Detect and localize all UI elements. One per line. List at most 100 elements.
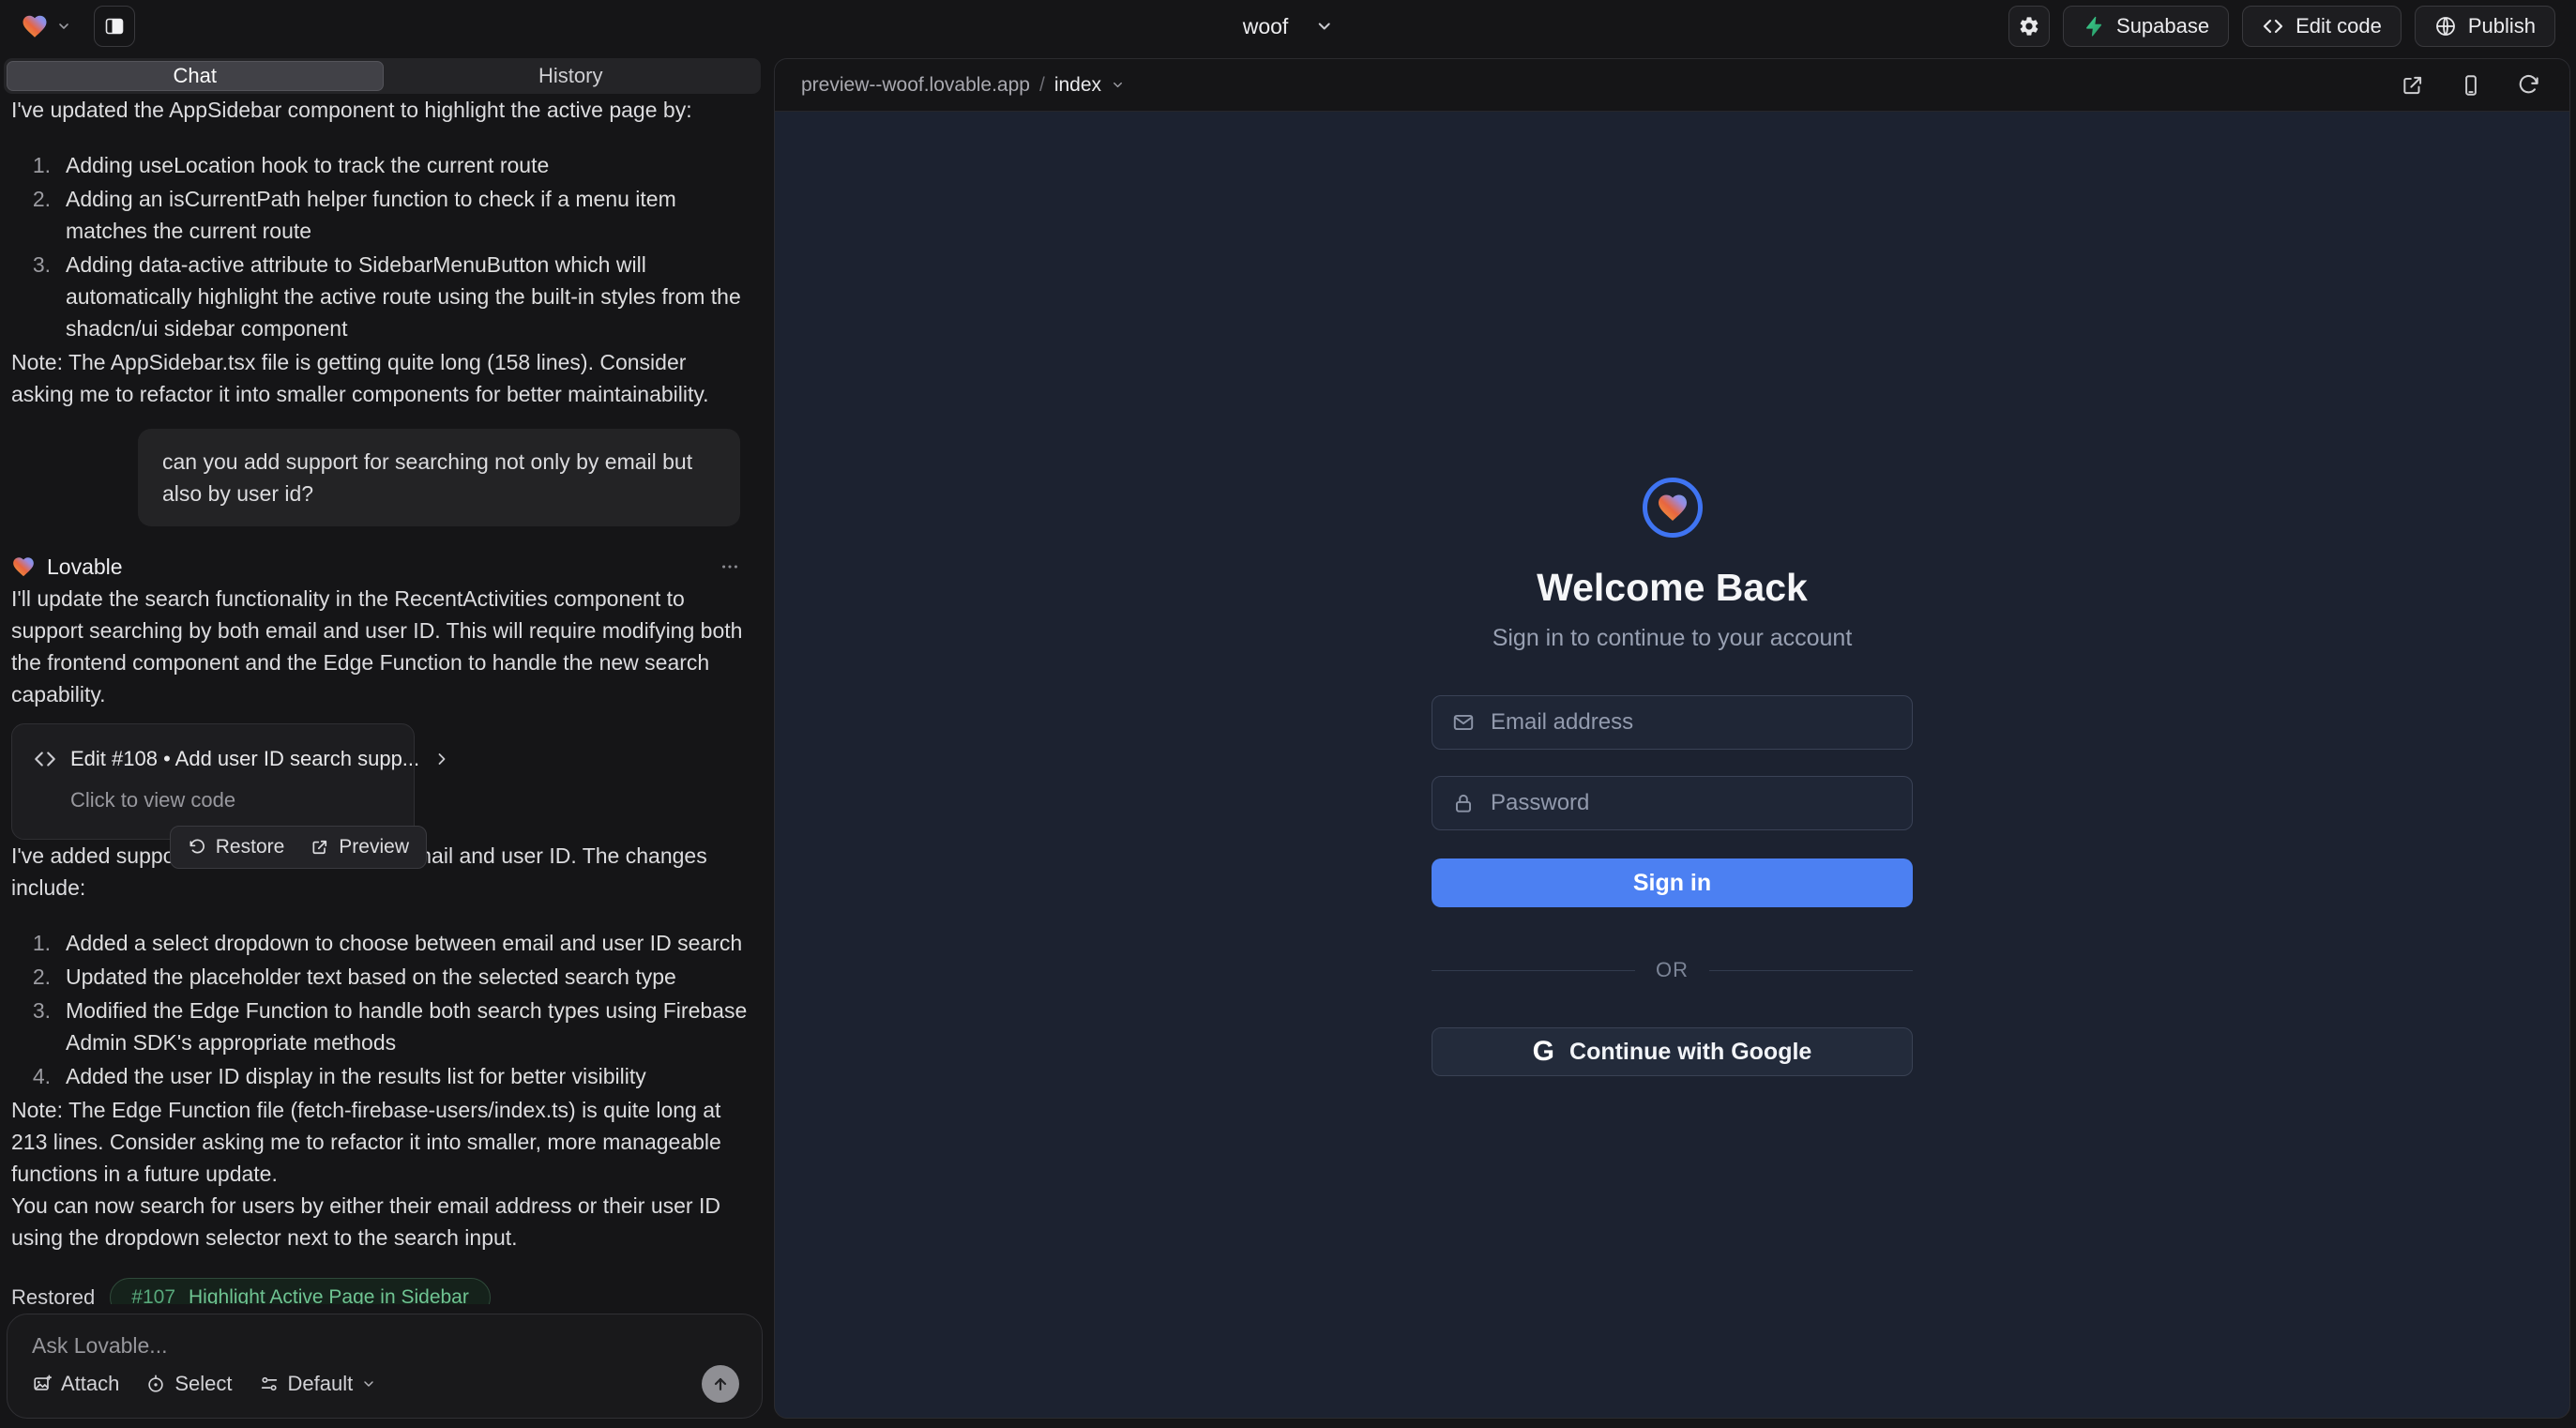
message-options-button[interactable]	[716, 553, 744, 581]
edit-version-card[interactable]: Edit #108 • Add user ID search supp... C…	[11, 723, 415, 840]
project-switcher[interactable]: woof	[1243, 14, 1334, 39]
preview-url-separator: /	[1039, 74, 1045, 97]
email-field-wrapper	[1432, 695, 1913, 750]
heart-icon	[1656, 491, 1690, 524]
google-sign-in-button[interactable]: G Continue with Google	[1432, 1027, 1913, 1076]
arrow-up-icon	[711, 1375, 730, 1393]
chat-tab-bar: Chat History	[4, 58, 761, 94]
lovable-logo-menu[interactable]	[21, 12, 71, 40]
google-g-icon: G	[1533, 1038, 1554, 1066]
list-item-text: Adding an isCurrentPath helper function …	[66, 183, 751, 247]
restore-button[interactable]: Restore	[188, 836, 285, 858]
sliders-icon	[259, 1374, 280, 1394]
target-icon	[145, 1374, 166, 1394]
topbar: woof Supabase Edit code Publish	[0, 0, 2576, 53]
refresh-button[interactable]	[2515, 71, 2543, 99]
code-icon	[33, 747, 57, 771]
select-label: Select	[174, 1372, 232, 1396]
restored-version-badge[interactable]: #107 Highlight Active Page in Sidebar	[110, 1278, 491, 1304]
lock-icon	[1451, 791, 1476, 815]
lovable-heart-icon	[11, 554, 36, 579]
chevron-right-icon	[432, 750, 451, 768]
supabase-label: Supabase	[2116, 14, 2209, 38]
user-message-bubble: can you add support for searching not on…	[138, 429, 740, 526]
assistant-list: Adding useLocation hook to track the cur…	[11, 149, 751, 344]
edit-code-button[interactable]: Edit code	[2242, 6, 2402, 47]
chevron-down-icon	[1314, 17, 1333, 36]
refresh-icon	[2517, 73, 2541, 98]
edit-card-subtitle: Click to view code	[70, 784, 393, 816]
restore-icon	[188, 838, 206, 857]
tab-history[interactable]: History	[384, 61, 759, 91]
sign-in-button[interactable]: Sign in	[1432, 858, 1913, 907]
gear-icon	[2018, 15, 2040, 38]
assistant-closing: You can now search for users by either t…	[11, 1190, 751, 1253]
page-subtitle: Sign in to continue to your account	[1493, 625, 1853, 652]
user-message-text: can you add support for searching not on…	[162, 446, 716, 509]
assistant-message-intro: I've updated the AppSidebar component to…	[11, 94, 751, 126]
edit-code-label: Edit code	[2296, 14, 2382, 38]
send-button[interactable]	[702, 1365, 739, 1403]
lovable-heart-icon	[21, 12, 49, 40]
mobile-view-button[interactable]	[2457, 71, 2485, 99]
email-field[interactable]	[1489, 708, 1893, 737]
panel-icon	[103, 15, 126, 38]
chevron-down-icon	[361, 1376, 376, 1391]
envelope-icon	[1451, 710, 1476, 735]
list-item-text: Adding data-active attribute to SidebarM…	[66, 249, 751, 344]
assistant-message-header: Lovable	[11, 551, 751, 583]
settings-button[interactable]	[2008, 6, 2050, 47]
version-title: Highlight Active Page in Sidebar	[189, 1286, 469, 1304]
assistant-note: Note: The AppSidebar.tsx file is getting…	[11, 346, 751, 410]
list-item-text: Adding useLocation hook to track the cur…	[66, 149, 549, 181]
assistant-message-intro: I'll update the search functionality in …	[11, 583, 751, 710]
google-button-label: Continue with Google	[1569, 1039, 1811, 1066]
chevron-down-icon	[56, 19, 71, 34]
list-item-text: Added the user ID display in the results…	[66, 1060, 646, 1092]
preview-url-selector[interactable]: preview--woof.lovable.app / index	[801, 74, 1125, 97]
list-item: Adding data-active attribute to SidebarM…	[11, 249, 751, 344]
external-link-icon	[2401, 73, 2425, 98]
publish-button[interactable]: Publish	[2415, 6, 2555, 47]
list-item-text: Added a select dropdown to choose betwee…	[66, 927, 742, 959]
assistant-author: Lovable	[47, 551, 123, 583]
page-title: Welcome Back	[1537, 566, 1808, 610]
list-item: Adding an isCurrentPath helper function …	[11, 183, 751, 247]
mode-selector-button[interactable]: Default	[259, 1372, 377, 1396]
version-number: #107	[131, 1286, 175, 1304]
ellipsis-icon	[720, 556, 740, 577]
edit-card-title: Edit #108 • Add user ID search supp...	[70, 743, 419, 775]
edit-card-toolbar: Restore Preview	[170, 826, 427, 869]
attach-label: Attach	[61, 1372, 119, 1396]
restored-row: Restored #107 Highlight Active Page in S…	[11, 1278, 751, 1304]
restored-label: Restored	[11, 1282, 95, 1304]
assistant-list: Added a select dropdown to choose betwee…	[11, 927, 751, 1092]
divider-line	[1709, 970, 1913, 971]
chat-panel: Chat History I've updated the AppSidebar…	[0, 53, 765, 1428]
mobile-phone-icon	[2459, 73, 2483, 98]
select-element-button[interactable]: Select	[145, 1372, 232, 1396]
list-item: Updated the placeholder text based on th…	[11, 961, 751, 993]
list-item: Added a select dropdown to choose betwee…	[11, 927, 751, 959]
preview-button[interactable]: Preview	[311, 836, 409, 858]
tab-chat[interactable]: Chat	[7, 61, 384, 91]
preview-url-page: index	[1054, 74, 1101, 97]
supabase-button[interactable]: Supabase	[2063, 6, 2229, 47]
attach-button[interactable]: Attach	[32, 1372, 119, 1396]
chevron-down-icon	[1111, 78, 1125, 92]
password-field[interactable]	[1489, 789, 1893, 817]
divider-line	[1432, 970, 1635, 971]
divider-label: OR	[1656, 958, 1689, 982]
sidebar-toggle-button[interactable]	[94, 6, 135, 47]
list-item-text: Modified the Edge Function to handle bot…	[66, 995, 751, 1058]
publish-label: Publish	[2468, 14, 2536, 38]
list-item: Added the user ID display in the results…	[11, 1060, 751, 1092]
password-field-wrapper	[1432, 776, 1913, 830]
or-divider: OR	[1432, 958, 1913, 982]
supabase-icon	[2083, 15, 2105, 38]
preview-app-content: Welcome Back Sign in to continue to your…	[775, 112, 2569, 1418]
open-in-new-tab-button[interactable]	[2399, 71, 2427, 99]
chat-input[interactable]	[32, 1333, 739, 1359]
restore-label: Restore	[216, 836, 285, 858]
code-icon	[2262, 15, 2284, 38]
